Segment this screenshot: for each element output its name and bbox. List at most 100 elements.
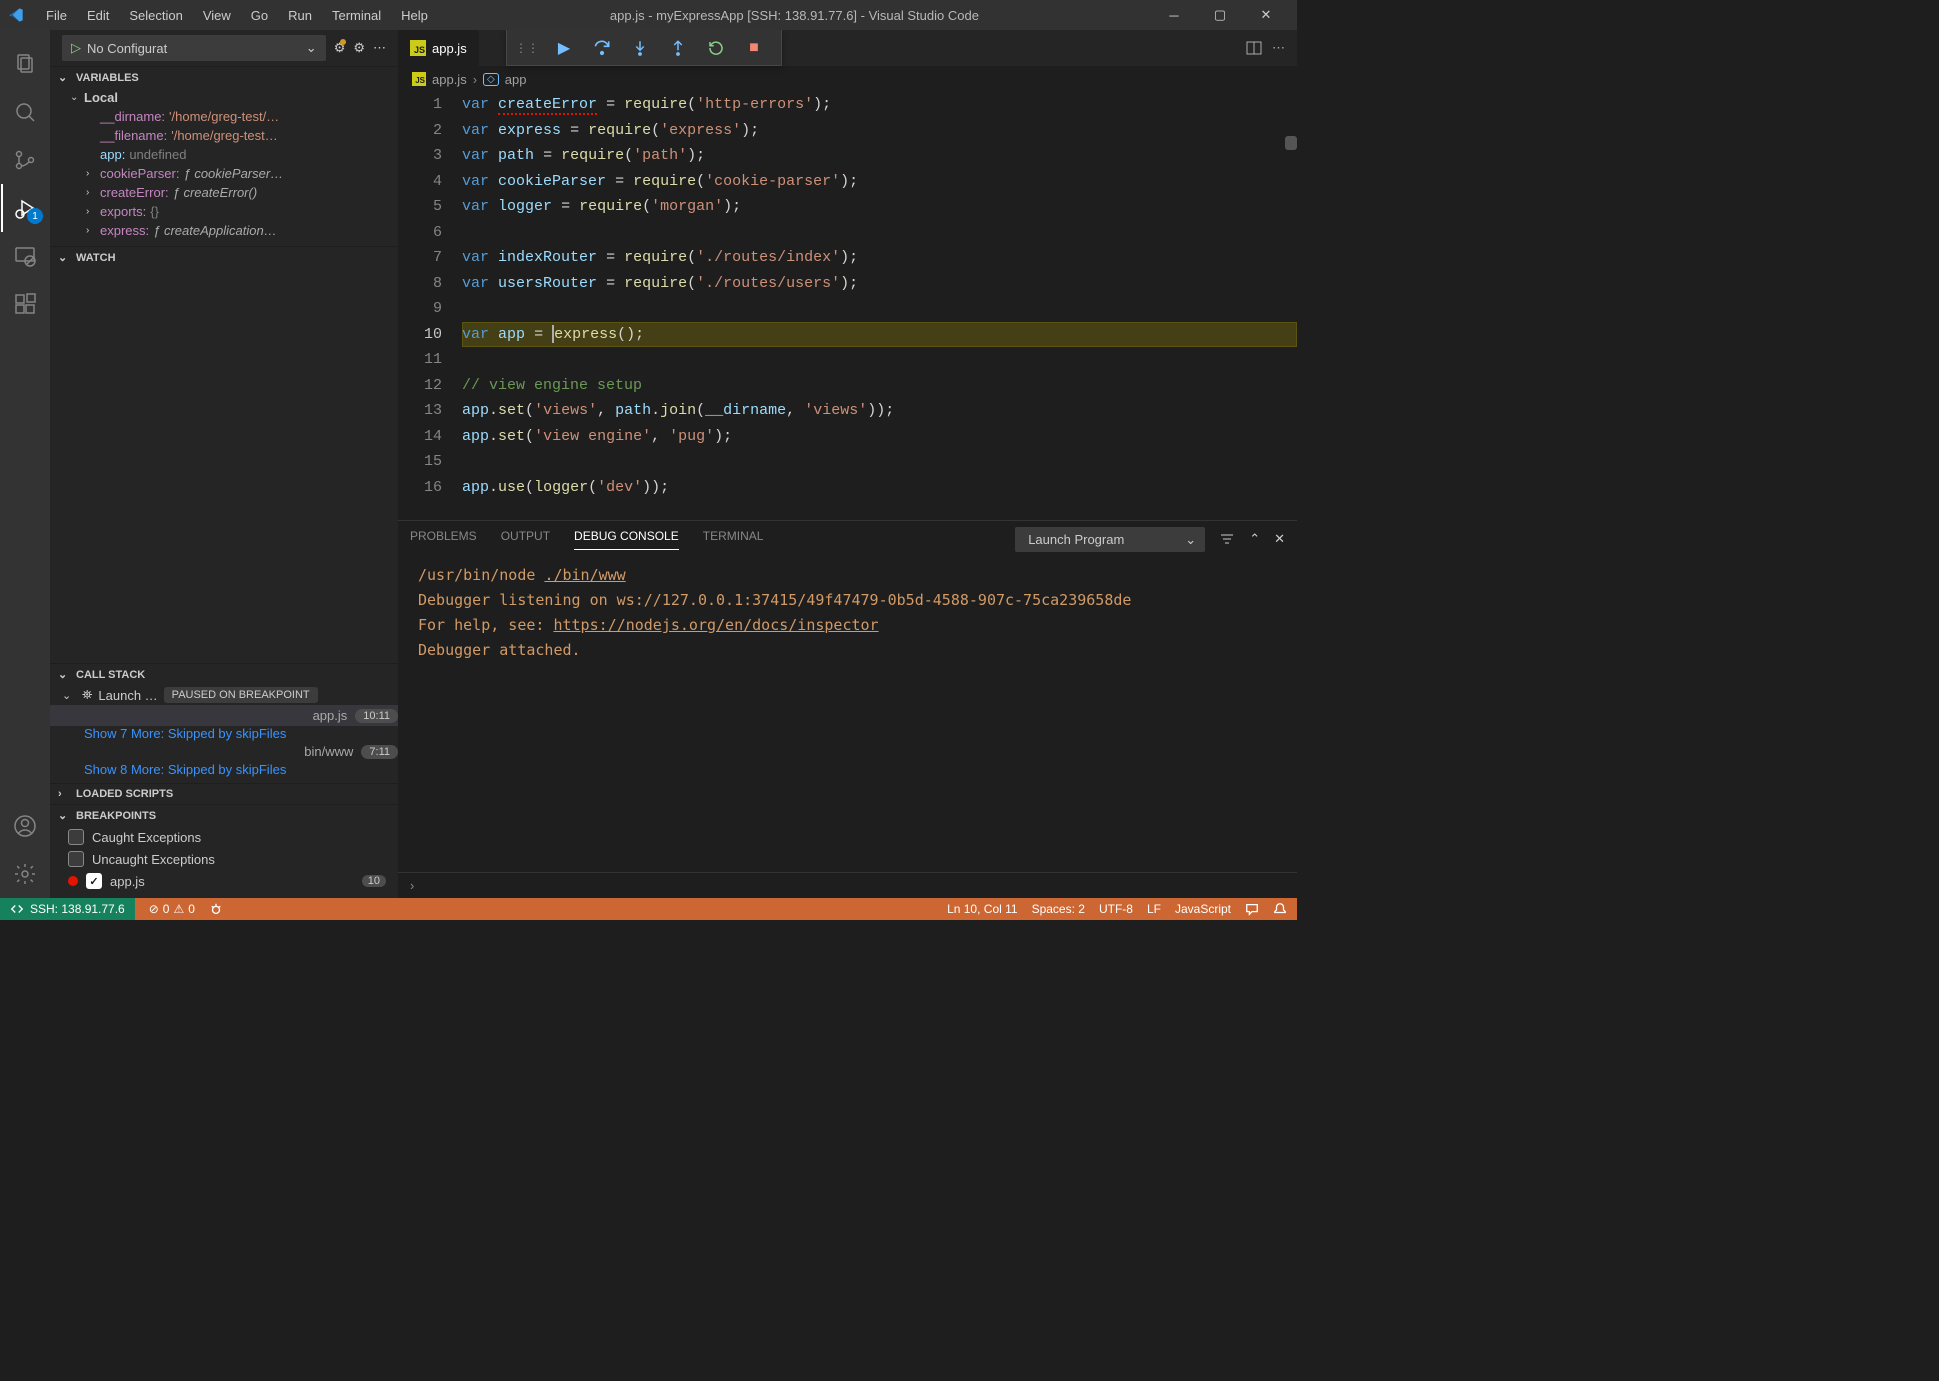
line-number[interactable]: 15 xyxy=(398,449,442,475)
status-problems[interactable]: ⊘0 ⚠0 xyxy=(149,902,195,916)
line-number[interactable]: 3 xyxy=(398,143,442,169)
minimap-thumb[interactable] xyxy=(1285,136,1297,150)
code-line[interactable] xyxy=(462,347,1297,373)
debug-console-output[interactable]: /usr/bin/node ./bin/wwwDebugger listenin… xyxy=(398,557,1297,872)
explorer-icon[interactable] xyxy=(1,40,49,88)
code-line[interactable]: app.use(logger('dev')); xyxy=(462,475,1297,501)
debug-console-input-chevron[interactable]: › xyxy=(398,872,1297,898)
continue-button[interactable]: ▶ xyxy=(545,33,583,63)
panel-tab-output[interactable]: OUTPUT xyxy=(501,529,550,549)
callstack-skipped[interactable]: Show 7 More: Skipped by skipFiles xyxy=(50,726,398,741)
close-panel-icon[interactable]: ✕ xyxy=(1274,531,1285,547)
line-number[interactable]: ▷10 xyxy=(398,322,442,348)
panel-tab-debug-console[interactable]: DEBUG CONSOLE xyxy=(574,529,679,550)
remote-indicator[interactable]: SSH: 138.91.77.6 xyxy=(0,898,135,920)
breadcrumb-file[interactable]: app.js xyxy=(432,72,467,87)
source-control-icon[interactable] xyxy=(1,136,49,184)
callstack-frame[interactable]: bin/www7:11 xyxy=(50,741,398,762)
more-icon[interactable]: ⋯ xyxy=(373,40,386,56)
restart-button[interactable] xyxy=(697,33,735,63)
callstack-frame[interactable]: app.js10:11 xyxy=(50,705,398,726)
breadcrumb-symbol[interactable]: app xyxy=(505,72,527,87)
code-line[interactable]: var logger = require('morgan'); xyxy=(462,194,1297,220)
breakpoint-file[interactable]: ✓ app.js 10 xyxy=(50,870,398,892)
status-debug-indicator[interactable] xyxy=(209,902,223,916)
line-number[interactable]: 2 xyxy=(398,118,442,144)
editor-breadcrumb[interactable]: JS app.js › ◇ app xyxy=(398,66,1297,92)
settings-gear-icon[interactable] xyxy=(1,850,49,898)
status-eol[interactable]: LF xyxy=(1147,902,1161,916)
panel-tab-problems[interactable]: PROBLEMS xyxy=(410,529,477,549)
watch-section-header[interactable]: ⌄ Watch xyxy=(50,247,398,268)
step-into-button[interactable] xyxy=(621,33,659,63)
status-indentation[interactable]: Spaces: 2 xyxy=(1032,902,1085,916)
variable-row[interactable]: ›createError: ƒ createError() xyxy=(50,183,398,202)
menu-edit[interactable]: Edit xyxy=(77,2,119,29)
gear-icon[interactable]: ⚙ xyxy=(334,40,346,56)
step-out-button[interactable] xyxy=(659,33,697,63)
search-icon[interactable] xyxy=(1,88,49,136)
code-line[interactable]: var createError = require('http-errors')… xyxy=(462,92,1297,118)
line-number[interactable]: 5 xyxy=(398,194,442,220)
variable-row[interactable]: app: undefined xyxy=(50,145,398,164)
menu-terminal[interactable]: Terminal xyxy=(322,2,391,29)
menu-help[interactable]: Help xyxy=(391,2,438,29)
code-line[interactable]: app.set('views', path.join(__dirname, 'v… xyxy=(462,398,1297,424)
line-number[interactable]: 12 xyxy=(398,373,442,399)
status-notifications-icon[interactable] xyxy=(1273,902,1287,916)
variable-row[interactable]: ›cookieParser: ƒ cookieParser… xyxy=(50,164,398,183)
variable-row[interactable]: __dirname: '/home/greg-test/… xyxy=(50,107,398,126)
line-number[interactable]: 11 xyxy=(398,347,442,373)
debug-console-toggle-icon[interactable]: ⚙ xyxy=(353,40,365,56)
variable-row[interactable]: ›express: ƒ createApplication… xyxy=(50,221,398,240)
filter-icon[interactable] xyxy=(1219,531,1235,547)
minimap[interactable] xyxy=(1285,92,1297,520)
loaded-scripts-header[interactable]: › Loaded Scripts xyxy=(50,784,398,804)
stop-button[interactable]: ■ xyxy=(735,33,773,63)
checkbox-checked[interactable]: ✓ xyxy=(86,873,102,889)
line-number[interactable]: 8 xyxy=(398,271,442,297)
debug-config-dropdown[interactable]: ▷ No Configurat ⌄ xyxy=(62,35,326,61)
menu-run[interactable]: Run xyxy=(278,2,322,29)
code-line[interactable]: var indexRouter = require('./routes/inde… xyxy=(462,245,1297,271)
status-feedback-icon[interactable] xyxy=(1245,902,1259,916)
code-line[interactable]: // view engine setup xyxy=(462,373,1297,399)
remote-explorer-icon[interactable] xyxy=(1,232,49,280)
maximize-panel-icon[interactable]: ⌃ xyxy=(1249,531,1260,547)
status-encoding[interactable]: UTF-8 xyxy=(1099,902,1133,916)
line-number[interactable]: 9 xyxy=(398,296,442,322)
maximize-button[interactable]: ▢ xyxy=(1197,0,1243,30)
variable-row[interactable]: __filename: '/home/greg-test… xyxy=(50,126,398,145)
code-line[interactable]: app.set('view engine', 'pug'); xyxy=(462,424,1297,450)
menu-selection[interactable]: Selection xyxy=(119,2,192,29)
code-line[interactable]: var app = express(); xyxy=(462,322,1297,348)
panel-tab-terminal[interactable]: TERMINAL xyxy=(703,529,764,549)
code-line[interactable]: var usersRouter = require('./routes/user… xyxy=(462,271,1297,297)
minimize-button[interactable]: ─ xyxy=(1151,0,1197,30)
status-cursor-position[interactable]: Ln 10, Col 11 xyxy=(947,902,1018,916)
more-actions-icon[interactable]: ⋯ xyxy=(1272,40,1285,56)
line-number[interactable]: 7 xyxy=(398,245,442,271)
checkbox-unchecked[interactable] xyxy=(68,851,84,867)
console-link[interactable]: https://nodejs.org/en/docs/inspector xyxy=(553,616,878,634)
run-debug-icon[interactable]: 1 xyxy=(1,184,49,232)
code-line[interactable]: var path = require('path'); xyxy=(462,143,1297,169)
editor-tab-appjs[interactable]: JS app.js xyxy=(398,30,480,66)
code-line[interactable] xyxy=(462,449,1297,475)
menu-file[interactable]: File xyxy=(36,2,77,29)
breakpoints-header[interactable]: ⌄ Breakpoints xyxy=(50,805,398,826)
split-editor-icon[interactable] xyxy=(1246,40,1262,56)
console-link[interactable]: ./bin/www xyxy=(544,566,625,584)
line-number[interactable]: 1 xyxy=(398,92,442,118)
variables-section-header[interactable]: ⌄ Variables xyxy=(50,67,398,88)
line-number[interactable]: 4 xyxy=(398,169,442,195)
debug-session-dropdown[interactable]: Launch Program xyxy=(1015,527,1205,552)
callstack-skipped[interactable]: Show 8 More: Skipped by skipFiles xyxy=(50,762,398,777)
close-button[interactable]: ✕ xyxy=(1243,0,1289,30)
step-over-button[interactable] xyxy=(583,33,621,63)
code-line[interactable]: var express = require('express'); xyxy=(462,118,1297,144)
menu-view[interactable]: View xyxy=(193,2,241,29)
code-line[interactable] xyxy=(462,296,1297,322)
code-line[interactable]: var cookieParser = require('cookie-parse… xyxy=(462,169,1297,195)
breakpoint-caught-exceptions[interactable]: Caught Exceptions xyxy=(50,826,398,848)
